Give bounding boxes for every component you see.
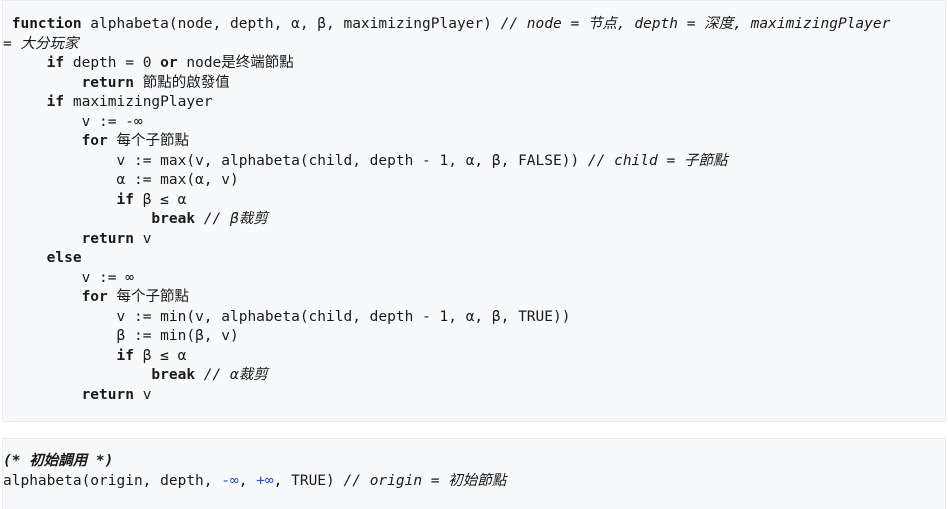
keyword: return: [81, 386, 134, 403]
code-line: return v: [3, 386, 945, 406]
comment: (* 初始調用 *): [3, 453, 114, 469]
code-line: for 每个子節點: [3, 288, 945, 308]
pseudocode-block: function alphabeta(node, depth, α, β, ma…: [2, 0, 946, 422]
code-text: 每个子節點: [107, 133, 190, 149]
code-line: break // α裁剪: [3, 366, 945, 386]
code-line: if β ≤ α: [3, 191, 945, 211]
keyword: for: [81, 289, 108, 305]
code-text: node是终端節點: [177, 55, 294, 71]
code-text: depth = 0: [64, 55, 161, 71]
code-line: = 大分玩家: [3, 35, 945, 55]
code-text: v: [133, 230, 152, 247]
code-line: return v: [3, 230, 945, 250]
code-text: β ≤ α: [133, 347, 187, 364]
code-line: return 節點的啟發值: [3, 74, 945, 94]
code-line: v := -∞: [3, 113, 945, 133]
code-line: v := min(v, alphabeta(child, depth - 1, …: [3, 308, 945, 328]
code-text: v := max(v, alphabeta(child, depth - 1, …: [116, 152, 588, 169]
code-line: alphabeta(origin, depth, -∞, +∞, TRUE) /…: [3, 472, 945, 492]
code-text: 節點的啟發值: [133, 74, 230, 91]
keyword: break: [151, 367, 196, 383]
code-line: if depth = 0 or node是终端節點: [3, 54, 945, 74]
comment: // α裁剪: [195, 367, 268, 383]
code-line: α := max(α, v): [3, 171, 945, 191]
positive-infinity: +∞: [256, 472, 274, 489]
code-line: (* 初始調用 *): [3, 452, 945, 472]
code-line: else: [3, 249, 945, 269]
code-line: v := ∞: [3, 269, 945, 289]
keyword: return: [81, 230, 134, 247]
keyword: else: [46, 250, 82, 266]
code-text: v := ∞: [81, 269, 134, 286]
code-text: v: [133, 386, 152, 403]
keyword: function: [11, 16, 82, 32]
code-text: v := min(v, alphabeta(child, depth - 1, …: [116, 308, 571, 325]
code-text: β := min(β, v): [116, 328, 239, 344]
code-text: v := -∞: [81, 113, 143, 130]
keyword: return: [81, 74, 134, 91]
comment: // child = 子節點: [587, 152, 728, 169]
initial-call-block: (* 初始調用 *) alphabeta(origin, depth, -∞, …: [2, 438, 946, 509]
comment: // node = 节点, depth = 深度, maximizingPlay…: [500, 16, 891, 32]
keyword: if: [46, 94, 65, 110]
negative-infinity: -∞: [221, 472, 239, 489]
code-text: α := max(α, v): [116, 172, 239, 188]
code-text: β ≤ α: [133, 191, 187, 208]
keyword: if: [116, 347, 134, 364]
comment: // origin = 初始節點: [343, 472, 507, 489]
code-line: function alphabeta(node, depth, α, β, ma…: [3, 15, 945, 35]
code-line: if β ≤ α: [3, 347, 945, 367]
code-text: alphabeta(node, depth, α, β, maximizingP…: [81, 16, 501, 32]
comment: // β裁剪: [195, 211, 268, 227]
code-line: v := max(v, alphabeta(child, depth - 1, …: [3, 152, 945, 172]
comment: = 大分玩家: [3, 35, 79, 52]
keyword: break: [151, 211, 196, 227]
keyword: if: [46, 55, 65, 71]
code-line: if maximizingPlayer: [3, 93, 945, 113]
code-text: maximizingPlayer: [64, 94, 213, 110]
keyword: if: [116, 191, 134, 208]
code-line: break // β裁剪: [3, 210, 945, 230]
code-text: alphabeta(origin, depth,: [3, 472, 222, 489]
code-text: ,: [238, 472, 257, 489]
code-line: β := min(β, v): [3, 327, 945, 347]
code-line: for 每个子節點: [3, 132, 945, 152]
code-text: 每个子節點: [107, 289, 190, 305]
keyword: for: [81, 133, 108, 149]
keyword: or: [160, 55, 178, 71]
code-text: , TRUE): [273, 472, 344, 489]
